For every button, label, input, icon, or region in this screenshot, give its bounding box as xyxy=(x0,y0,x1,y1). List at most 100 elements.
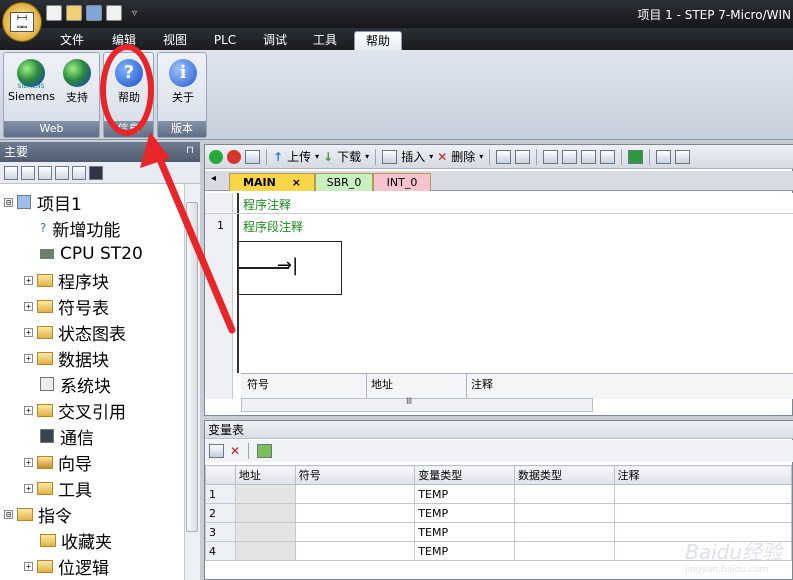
chevron-down-icon[interactable]: ▾ xyxy=(429,152,433,161)
about-button[interactable]: i 关于 xyxy=(160,57,206,115)
coil-icon[interactable] xyxy=(562,149,578,164)
goto-icon[interactable] xyxy=(628,149,644,164)
chevron-left-icon[interactable]: ◂ xyxy=(211,173,216,184)
tree-item-new-features[interactable]: ? 新增功能 xyxy=(40,216,120,241)
tab-plc[interactable]: PLC xyxy=(202,31,248,50)
data-type-cell[interactable] xyxy=(514,484,615,504)
run-icon[interactable] xyxy=(209,149,223,164)
new-file-icon[interactable] xyxy=(46,5,62,21)
compile-icon[interactable] xyxy=(245,149,260,164)
tree-item-symbol-table[interactable]: + 符号表 xyxy=(24,294,109,319)
tree-item-communication[interactable]: 通信 xyxy=(40,424,94,449)
var-type-cell[interactable]: TEMP xyxy=(414,484,515,504)
ladder-editor[interactable]: 程序注释 1 程序段注释 →| 符号 地址 注释 xyxy=(205,193,793,400)
tab-int0[interactable]: INT_0 xyxy=(373,173,431,191)
document-icon[interactable] xyxy=(38,165,52,180)
expand-icon[interactable]: + xyxy=(24,457,33,467)
column-header-address[interactable]: 地址 xyxy=(234,465,296,485)
address-cell[interactable] xyxy=(234,503,296,523)
network-icon[interactable] xyxy=(515,149,531,164)
column-header-data-type[interactable]: 数据类型 xyxy=(514,465,615,485)
table-row[interactable]: 2 TEMP xyxy=(205,503,793,523)
save-icon[interactable] xyxy=(86,5,102,21)
tree-item-bit-logic[interactable]: + 位逻辑 xyxy=(24,554,109,579)
document-list-icon[interactable] xyxy=(55,165,69,180)
expand-icon[interactable]: + xyxy=(24,275,33,285)
network-icon[interactable] xyxy=(496,149,512,164)
expand-icon[interactable]: + xyxy=(24,561,33,571)
address-cell[interactable] xyxy=(234,541,296,561)
monitor-icon[interactable] xyxy=(89,165,103,180)
data-type-cell[interactable] xyxy=(514,541,615,561)
collapse-icon[interactable]: ⊟ xyxy=(4,197,13,207)
tree-item-tools[interactable]: + 工具 xyxy=(24,476,92,501)
pin-icon[interactable]: ⊓ xyxy=(186,145,194,156)
column-header-symbol[interactable]: 符号 xyxy=(294,465,416,485)
open-folder-icon[interactable] xyxy=(66,5,82,21)
collapse-icon[interactable]: ⊟ xyxy=(4,509,13,519)
application-button[interactable]: ⊢⊣ ▭▭ xyxy=(2,2,42,42)
download-button[interactable]: 下载 xyxy=(337,148,361,165)
tab-sbr0[interactable]: SBR_0 xyxy=(315,173,373,191)
delete-network-icon[interactable] xyxy=(600,149,616,164)
expand-icon[interactable]: + xyxy=(24,483,33,493)
siemens-button[interactable]: SIEMENS Siemens xyxy=(8,57,55,115)
tree-item-status-chart[interactable]: + 状态图表 xyxy=(24,320,126,345)
contact-icon[interactable] xyxy=(543,149,559,164)
insert-row-icon[interactable] xyxy=(209,444,224,458)
customize-toolbar-icon[interactable]: ▿ xyxy=(132,8,137,19)
tab-main[interactable]: MAIN × xyxy=(229,173,315,191)
table-row[interactable]: 1 TEMP xyxy=(205,484,793,504)
lock-icon[interactable] xyxy=(675,149,691,164)
tree-item-project[interactable]: ⊟ 项目1 xyxy=(4,190,82,215)
tab-view[interactable]: 视图 xyxy=(152,31,198,50)
program-comment[interactable]: 程序注释 xyxy=(243,196,291,213)
tree-item-system-block[interactable]: 系统块 xyxy=(40,372,111,397)
stop-icon[interactable] xyxy=(227,149,241,164)
horizontal-scrollbar[interactable]: Ⅲ xyxy=(241,397,593,412)
table-icon[interactable] xyxy=(21,165,35,180)
symbol-cell[interactable] xyxy=(294,503,416,523)
scroll-grip-icon[interactable]: Ⅲ xyxy=(406,397,412,407)
data-type-cell[interactable] xyxy=(514,503,615,523)
delete-button[interactable]: 删除 xyxy=(451,148,475,165)
address-cell[interactable] xyxy=(234,484,296,504)
tab-help[interactable]: 帮助 xyxy=(354,31,402,50)
column-header-comment[interactable]: 注释 xyxy=(613,465,793,485)
chevron-down-icon[interactable]: ▾ xyxy=(315,152,319,161)
network-comment[interactable]: 程序段注释 xyxy=(243,218,303,235)
address-cell[interactable] xyxy=(234,522,296,542)
tab-tools[interactable]: 工具 xyxy=(302,31,348,50)
column-header-var-type[interactable]: 变量类型 xyxy=(414,465,515,485)
tree-item-cross-reference[interactable]: + 交叉引用 xyxy=(24,398,126,423)
tree-item-instructions[interactable]: ⊟ 指令 xyxy=(4,502,72,527)
var-type-cell[interactable]: TEMP xyxy=(414,541,515,561)
support-button[interactable]: 支持 xyxy=(54,57,100,115)
tree-scrollbar-thumb[interactable] xyxy=(186,202,198,532)
symbol-cell[interactable] xyxy=(294,484,416,504)
print-icon[interactable] xyxy=(106,5,122,21)
expand-icon[interactable]: + xyxy=(24,301,33,311)
symbol-cell[interactable] xyxy=(294,522,416,542)
chevron-down-icon[interactable]: ▾ xyxy=(479,152,483,161)
data-type-cell[interactable] xyxy=(514,522,615,542)
var-type-cell[interactable]: TEMP xyxy=(414,503,515,523)
paste-icon[interactable] xyxy=(257,444,273,458)
box-icon[interactable] xyxy=(581,149,597,164)
insert-button[interactable]: 插入 xyxy=(401,148,425,165)
expand-icon[interactable]: + xyxy=(24,353,33,363)
tree-item-data-block[interactable]: + 数据块 xyxy=(24,346,109,371)
comment-cell[interactable] xyxy=(613,484,793,504)
delete-row-icon[interactable]: ✕ xyxy=(230,444,240,458)
comment-cell[interactable] xyxy=(613,503,793,523)
tree-item-program-block[interactable]: + 程序块 xyxy=(24,268,109,293)
expand-icon[interactable]: + xyxy=(24,405,33,415)
symbol-cell[interactable] xyxy=(294,541,416,561)
lock-icon[interactable] xyxy=(656,149,672,164)
close-tab-icon[interactable]: × xyxy=(292,176,301,189)
chevron-down-icon[interactable]: ▾ xyxy=(365,152,369,161)
expand-icon[interactable]: + xyxy=(24,327,33,337)
tree-item-cpu[interactable]: CPU ST20 xyxy=(40,242,143,266)
block-icon[interactable] xyxy=(72,165,86,180)
tab-file[interactable]: 文件 xyxy=(50,31,94,50)
